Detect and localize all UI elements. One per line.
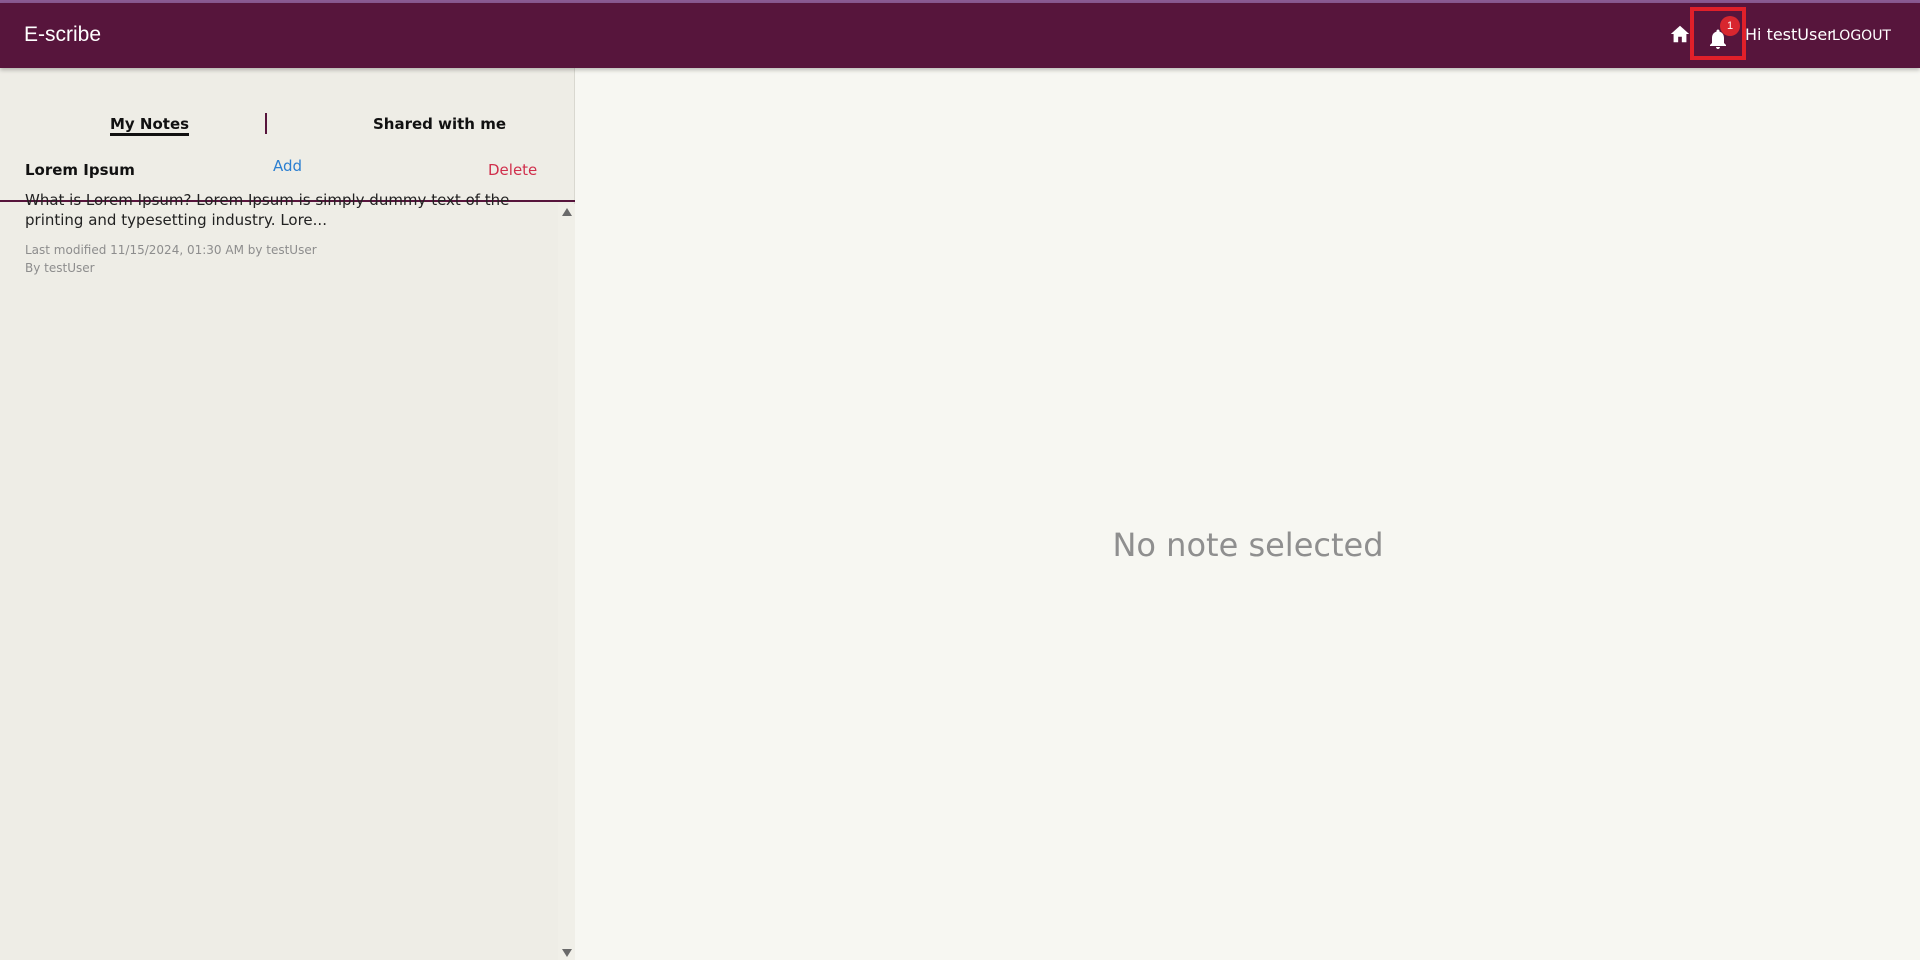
note-author: By testUser [25,261,95,275]
notification-count-badge: 1 [1720,16,1740,36]
note-meta: Last modified 11/15/2024, 01:30 AM by te… [25,241,317,277]
list-item[interactable]: Lorem Ipsum Delete What is Lorem Ipsum? … [0,68,558,275]
notifications-button[interactable]: 1 [1690,7,1746,60]
app-brand[interactable]: E-scribe [24,23,101,47]
note-title: Lorem Ipsum [25,161,135,179]
top-navbar: E-scribe 1 Hi testUser LOGOUT [0,3,1920,68]
home-button[interactable] [1669,23,1691,45]
delete-note-button[interactable]: Delete [488,161,537,179]
note-detail-pane: No note selected [576,68,1920,960]
note-snippet: What is Lorem Ipsum? Lorem Ipsum is simp… [25,191,510,229]
scroll-up-arrow-icon[interactable] [562,208,572,216]
user-greeting: Hi testUser [1745,25,1834,44]
notes-sidebar: My Notes Shared with me Add Lorem Ipsum … [0,68,575,960]
empty-state-message: No note selected [1112,526,1384,564]
note-list [0,204,558,960]
note-list-scrollbar[interactable] [558,204,575,960]
home-icon [1670,25,1690,43]
note-last-modified: Last modified 11/15/2024, 01:30 AM by te… [25,243,317,257]
logout-button[interactable]: LOGOUT [1832,28,1891,44]
scroll-down-arrow-icon[interactable] [562,949,572,957]
